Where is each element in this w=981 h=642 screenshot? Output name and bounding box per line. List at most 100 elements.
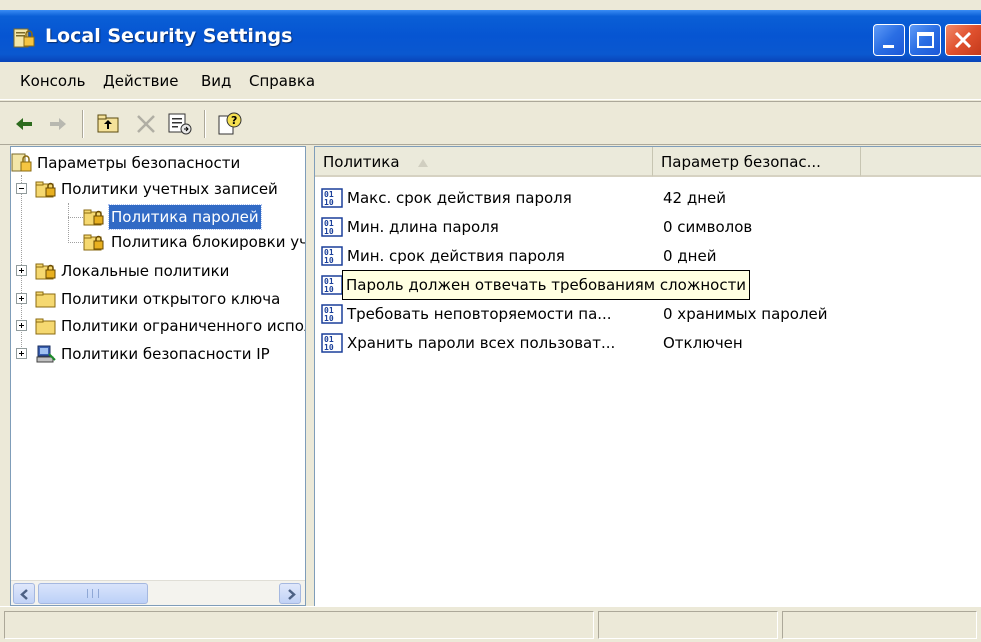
tree-root-label: Параметры безопасности bbox=[37, 154, 241, 172]
tree-horizontal-scrollbar[interactable] bbox=[11, 580, 305, 605]
policy-value: 0 хранимых паролей bbox=[663, 305, 828, 323]
policy-value: 42 дней bbox=[663, 189, 727, 207]
help-icon: ? bbox=[218, 112, 242, 135]
policy-name: Мин. срок действия пароля bbox=[347, 247, 565, 265]
maximize-button[interactable] bbox=[909, 24, 941, 56]
minimize-button[interactable] bbox=[873, 24, 905, 56]
security-settings-icon bbox=[11, 153, 33, 173]
ip-security-icon bbox=[35, 344, 57, 364]
back-button[interactable] bbox=[10, 110, 38, 138]
folder-icon bbox=[35, 316, 57, 336]
policy-list[interactable]: Политика Параметр безопас... 01 10 Макс. … bbox=[314, 146, 981, 606]
status-panel bbox=[598, 611, 778, 639]
pane-splitter[interactable] bbox=[306, 146, 314, 606]
menu-console[interactable]: Консоль bbox=[20, 72, 86, 90]
policy-setting-icon: 01 10 bbox=[321, 217, 343, 237]
policy-setting-icon: 01 10 bbox=[321, 188, 343, 208]
forward-arrow-icon bbox=[50, 118, 66, 130]
maximize-icon bbox=[917, 32, 934, 48]
policy-setting-icon: 01 10 bbox=[321, 246, 343, 266]
policy-name: Мин. длина пароля bbox=[347, 218, 499, 236]
menu-help[interactable]: Справка bbox=[249, 72, 315, 90]
policy-setting-icon: 01 10 bbox=[321, 275, 343, 295]
sort-ascending-icon bbox=[417, 158, 428, 167]
list-item[interactable]: 01 10 Мин. срок действия пароля 0 дней bbox=[315, 242, 981, 270]
list-item[interactable]: 01 10 Макс. срок действия пароля 42 дней bbox=[315, 184, 981, 212]
svg-text:10: 10 bbox=[324, 198, 334, 207]
toolbar: ? bbox=[0, 101, 981, 145]
policy-name: Требовать неповторяемости па... bbox=[347, 305, 612, 323]
policy-name: Макс. срок действия пароля bbox=[347, 189, 572, 207]
column-header-setting[interactable]: Параметр безопас... bbox=[653, 147, 861, 177]
console-tree[interactable]: Параметры безопасности Политики учетных … bbox=[10, 146, 306, 606]
expand-toggle[interactable] bbox=[16, 348, 27, 359]
status-panel bbox=[4, 611, 594, 639]
grip-icon bbox=[87, 589, 99, 598]
chevron-left-icon bbox=[20, 589, 28, 600]
security-settings-icon bbox=[12, 27, 36, 49]
svg-text:10: 10 bbox=[324, 343, 334, 352]
policy-setting-icon: 01 10 bbox=[321, 304, 343, 324]
help-button[interactable]: ? bbox=[216, 110, 244, 138]
menu-bar: Консоль Действие Вид Справка bbox=[0, 62, 981, 100]
policy-name: Хранить пароли всех пользоват... bbox=[347, 334, 616, 352]
tree-item-label: Политики безопасности IP bbox=[61, 345, 270, 363]
chevron-right-icon bbox=[288, 589, 296, 600]
app-window: Local Security Settings Консоль Действие… bbox=[0, 0, 981, 642]
title-bar[interactable]: Local Security Settings bbox=[0, 10, 981, 62]
delete-x-icon bbox=[137, 115, 155, 133]
close-button[interactable] bbox=[945, 24, 981, 56]
list-item[interactable]: 01 10 Пароль должен отвечать требованиям … bbox=[315, 270, 981, 300]
tree-item-label: Локальные политики bbox=[61, 262, 230, 280]
scroll-left-button[interactable] bbox=[13, 583, 35, 604]
svg-text:?: ? bbox=[231, 114, 237, 127]
expand-toggle[interactable] bbox=[16, 320, 27, 331]
tree-item-label: Политики учетных записей bbox=[61, 180, 278, 198]
folder-lock-icon bbox=[35, 261, 57, 281]
forward-button[interactable] bbox=[44, 110, 72, 138]
up-folder-icon bbox=[97, 114, 119, 133]
svg-text:10: 10 bbox=[324, 227, 334, 236]
tree-connector bbox=[68, 217, 83, 218]
expand-toggle[interactable] bbox=[16, 293, 27, 304]
svg-text:10: 10 bbox=[324, 285, 334, 294]
scroll-right-button[interactable] bbox=[279, 583, 301, 604]
toolbar-separator bbox=[82, 110, 84, 138]
delete-button[interactable] bbox=[132, 110, 160, 138]
toolbar-separator bbox=[204, 110, 206, 138]
menu-action[interactable]: Действие bbox=[103, 72, 179, 90]
folder-lock-icon bbox=[83, 232, 105, 252]
list-item[interactable]: 01 10 Требовать неповторяемости па... 0 х… bbox=[315, 300, 981, 328]
window-title: Local Security Settings bbox=[45, 25, 293, 47]
scroll-thumb[interactable] bbox=[38, 583, 148, 604]
policy-name-tooltip: Пароль должен отвечать требованиям сложн… bbox=[341, 270, 751, 300]
column-header-label: Параметр безопас... bbox=[661, 153, 821, 171]
tree-item-label: Политика блокировки учетной записи bbox=[111, 233, 305, 251]
folder-lock-icon bbox=[35, 179, 57, 199]
menu-view[interactable]: Вид bbox=[201, 72, 231, 90]
policy-setting-icon: 01 10 bbox=[321, 333, 343, 353]
policy-value: Отключен bbox=[663, 334, 743, 352]
export-list-button[interactable] bbox=[166, 110, 194, 138]
status-panel bbox=[782, 611, 977, 639]
folder-icon bbox=[35, 289, 57, 309]
list-item[interactable]: 01 10 Хранить пароли всех пользоват... От… bbox=[315, 329, 981, 357]
status-bar bbox=[0, 606, 981, 642]
expand-toggle[interactable] bbox=[16, 265, 27, 276]
policy-value: 0 дней bbox=[663, 247, 717, 265]
list-item[interactable]: 01 10 Мин. длина пароля 0 символов bbox=[315, 213, 981, 241]
collapse-toggle[interactable] bbox=[16, 183, 27, 194]
up-level-button[interactable] bbox=[94, 110, 122, 138]
tree-item-label: Политики ограниченного использования про… bbox=[61, 317, 305, 335]
tree-connector bbox=[68, 242, 83, 243]
column-header-policy[interactable]: Политика bbox=[315, 147, 653, 177]
tree-item-label: Политики открытого ключа bbox=[61, 290, 281, 308]
tree-connector bbox=[68, 203, 69, 241]
svg-text:10: 10 bbox=[324, 314, 334, 323]
folder-lock-icon bbox=[83, 207, 105, 227]
tree-item-label: Политика паролей bbox=[108, 204, 262, 230]
export-list-icon bbox=[168, 113, 192, 135]
close-icon bbox=[954, 31, 972, 49]
column-header-empty bbox=[861, 147, 981, 177]
minimize-icon bbox=[883, 45, 894, 48]
